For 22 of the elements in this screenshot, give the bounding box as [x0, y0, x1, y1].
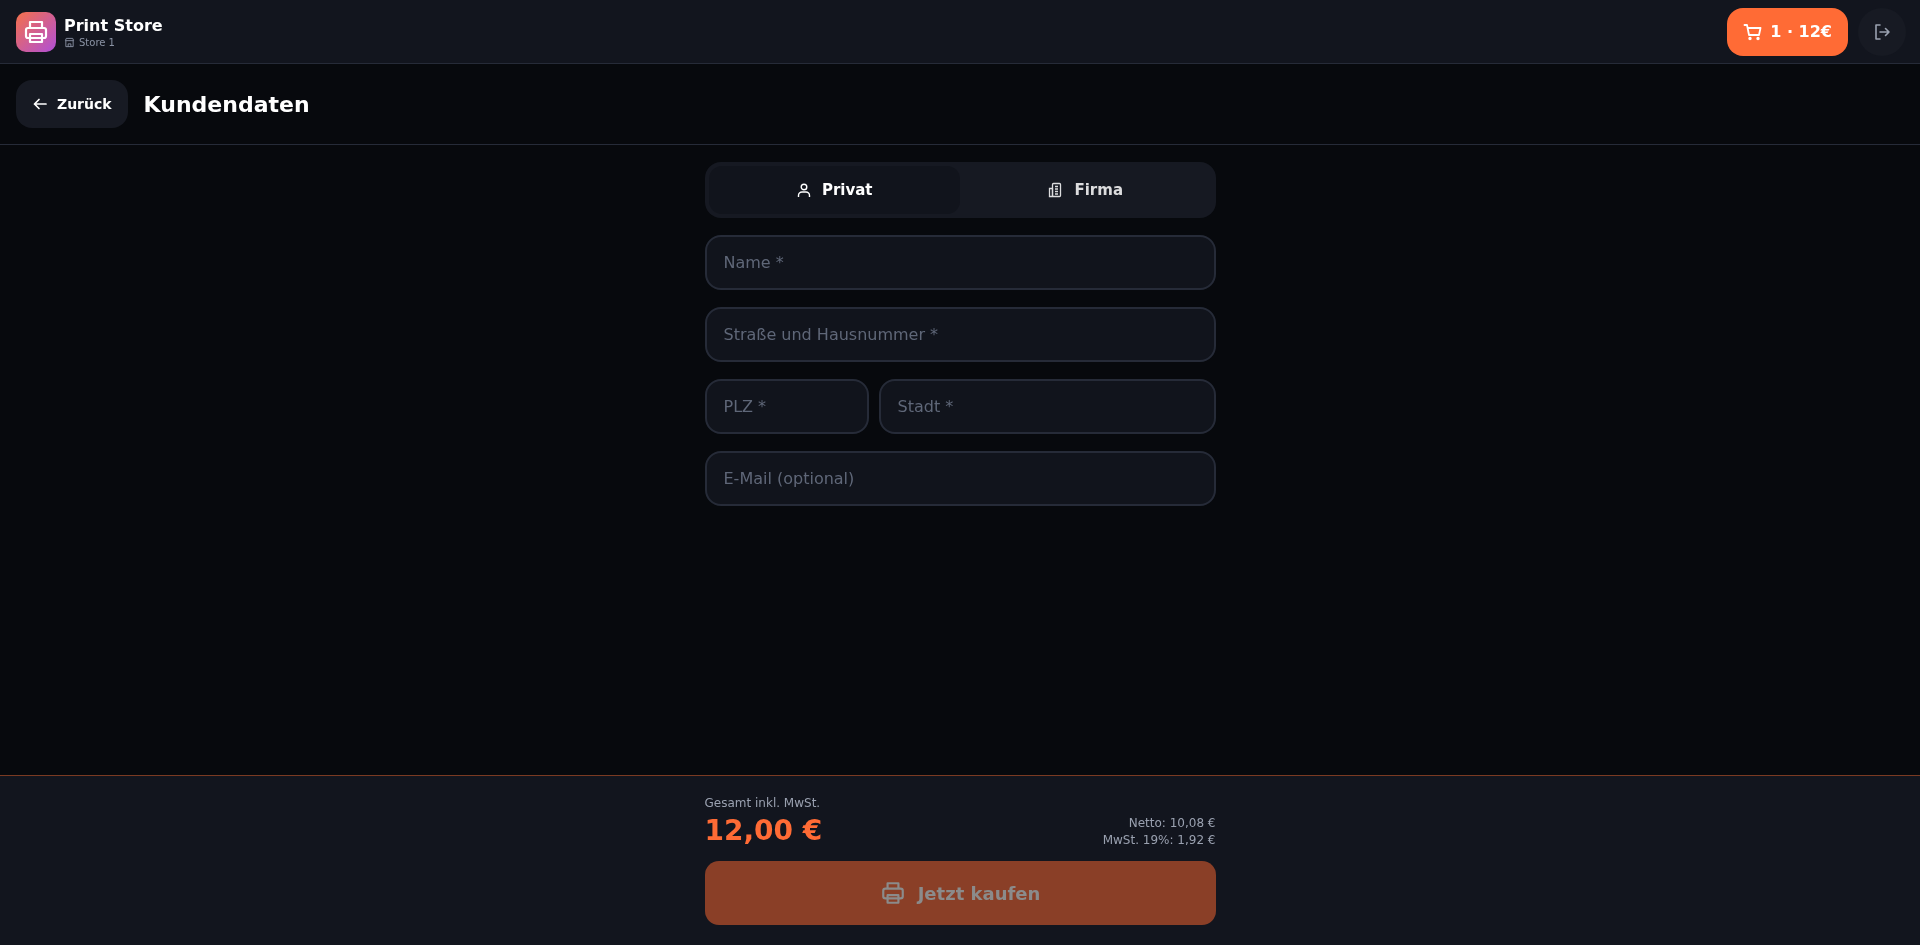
- store-icon: [64, 36, 75, 48]
- total-label: Gesamt inkl. MwSt.: [704, 796, 822, 810]
- store-name: Store 1: [79, 36, 115, 48]
- back-button[interactable]: Zurück: [16, 80, 128, 128]
- vat-amount: MwSt. 19%: 1,92 €: [1102, 833, 1216, 847]
- input-field[interactable]: PLZ *: [704, 379, 869, 434]
- logout-icon: [1872, 21, 1892, 42]
- page-title: Kundendaten: [143, 91, 310, 117]
- printer-logo-icon: [16, 11, 56, 52]
- net-amount: Netto: 10,08 €: [1128, 816, 1216, 830]
- printer-icon: [879, 880, 906, 906]
- app-title: Print Store: [64, 15, 163, 35]
- back-arrow-icon: [32, 96, 48, 112]
- input-field[interactable]: Stadt *: [878, 379, 1216, 434]
- cart-icon: [1743, 21, 1764, 42]
- customer-type-tab[interactable]: Privat: [708, 166, 960, 214]
- total-price: 12,00 €: [704, 814, 823, 847]
- input-field[interactable]: E-Mail (optional): [704, 451, 1216, 506]
- customer-type-tab[interactable]: Firma: [960, 166, 1212, 214]
- input-field[interactable]: Name *: [704, 235, 1216, 290]
- input-field[interactable]: Straße und Hausnummer *: [704, 307, 1216, 362]
- person-icon: [795, 182, 812, 198]
